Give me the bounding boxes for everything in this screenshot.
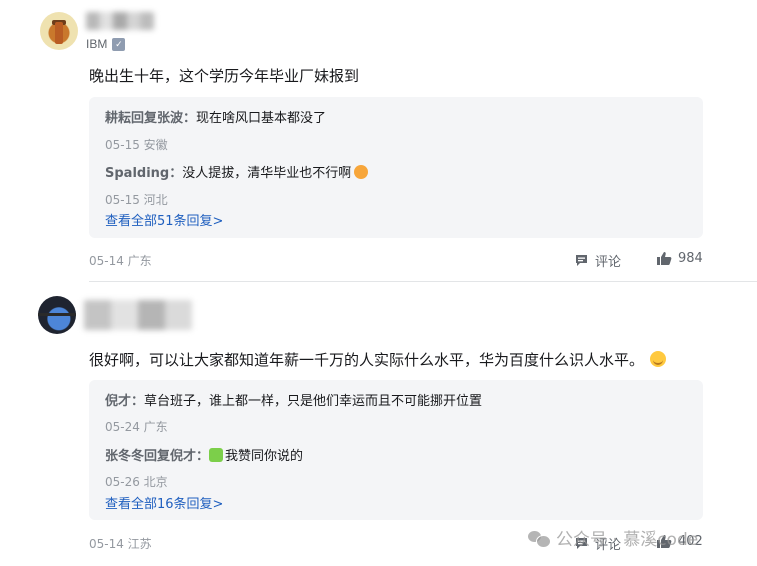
view-all-replies-link[interactable]: 查看全部16条回复> [105,493,223,512]
comment-content: 晚出生十年，这个学历今年毕业厂妹报到 [89,67,360,85]
reply-author[interactable]: 张冬冬回复倪才： [105,449,209,464]
reply-item: 耕耘回复张波：现在啥风口基本都没了 [105,107,326,126]
reply-item: 张冬冬回复倪才： 我赞同你说的 [105,445,303,464]
comment-text: 很好啊，可以让大家都知道年薪一千万的人实际什么水平，华为百度什么识人水平。 [89,351,645,369]
comment-item: IBM ✓ 晚出生十年，这个学历今年毕业厂妹报到 耕耘回复张波：现在啥风口基本都… [0,0,757,282]
comment-label: 评论 [595,255,622,270]
avatar-stroke [38,313,76,316]
reply-author[interactable]: 耕耘回复张波： [105,111,196,126]
reply-meta: 05-15 安徽 [105,138,168,152]
comment-bubble-icon [576,255,587,266]
thumb-emoji-icon [209,448,224,462]
reply-item: Spalding：没人提拔，清华毕业也不行啊 [105,162,369,181]
reply-author[interactable]: 倪才： [105,394,144,409]
verified-badge-icon: ✓ [112,37,126,51]
avatar[interactable] [40,12,78,50]
reply-author[interactable]: Spalding： [105,166,182,181]
user-org: IBM ✓ [86,37,126,51]
comment-meta: 05-14 广东 [89,254,152,268]
avatar-lighthouse [55,22,63,44]
reply-meta: 05-24 广东 [105,420,168,434]
org-label: IBM [86,37,108,51]
avatar[interactable] [38,296,76,334]
comment-button[interactable]: 评论 [574,251,621,270]
thinking-emoji-icon [354,165,369,179]
view-all-replies-link[interactable]: 查看全部51条回复> [105,210,223,229]
reply-text: 现在啥风口基本都没了 [196,111,327,126]
smile-emoji-icon [650,351,667,367]
like-button[interactable]: 984 [656,251,703,266]
comment-content: 很好啊，可以让大家都知道年薪一千万的人实际什么水平，华为百度什么识人水平。 [89,349,667,370]
reply-meta: 05-26 北京 [105,475,168,489]
reply-text: 没人提拔，清华毕业也不行啊 [182,166,352,181]
username-blurred[interactable] [84,300,192,330]
username-blurred[interactable] [86,12,154,30]
reply-text: 草台班子，谁上都一样，只是他们幸运而且不可能挪开位置 [144,394,483,409]
watermark: 公众号 · 慕溪code [528,525,698,550]
reply-box: 耕耘回复张波：现在啥风口基本都没了 05-15 安徽 Spalding：没人提拔… [89,97,703,238]
reply-text: 我赞同你说的 [225,449,304,464]
reply-item: 倪才：草台班子，谁上都一样，只是他们幸运而且不可能挪开位置 [105,390,482,409]
reply-box: 倪才：草台班子，谁上都一样，只是他们幸运而且不可能挪开位置 05-24 广东 张… [89,380,703,520]
thumbs-up-icon [657,252,672,265]
like-count: 984 [678,251,703,266]
comment-meta: 05-14 江苏 [89,537,152,551]
watermark-text: 公众号 · 慕溪code [556,530,699,550]
wechat-icon [528,529,551,548]
reply-meta: 05-15 河北 [105,193,168,207]
